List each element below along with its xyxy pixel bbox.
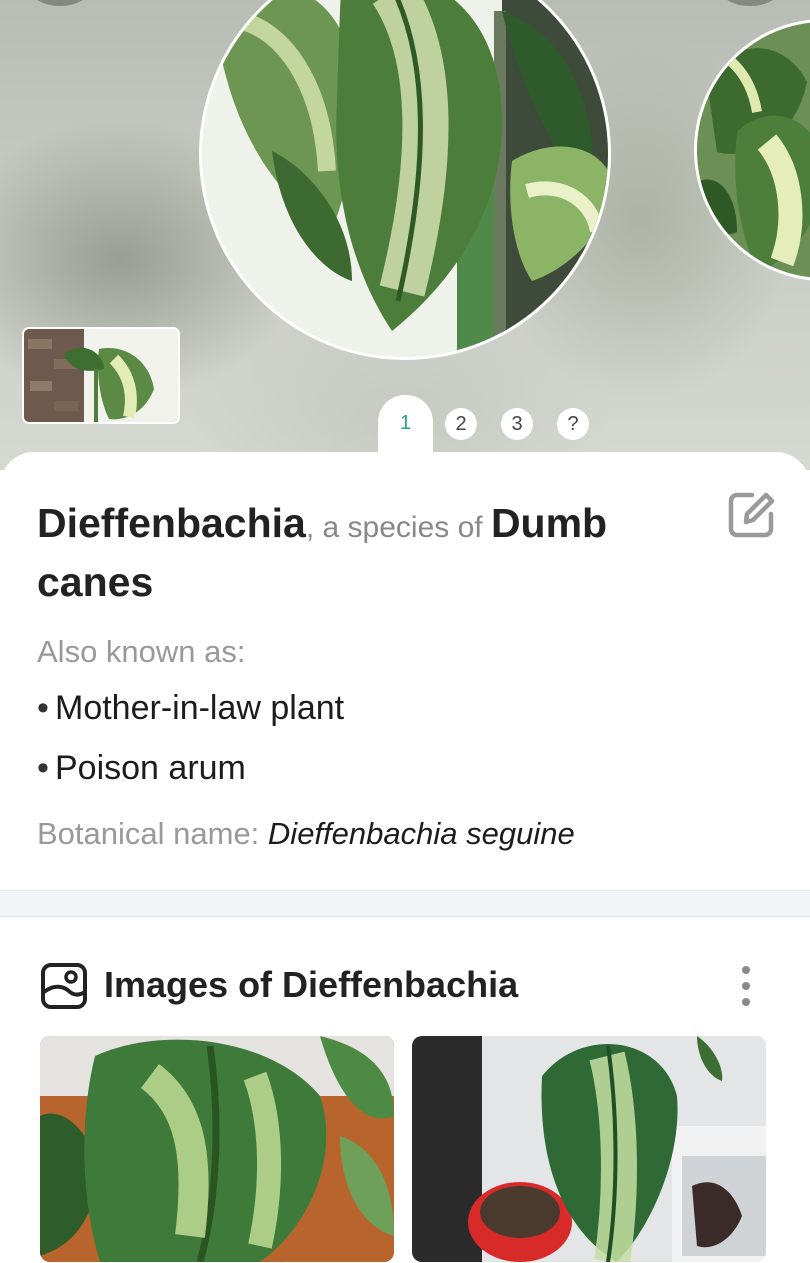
bullet-icon: • [37, 749, 49, 787]
more-options-button[interactable] [732, 964, 760, 1010]
botanical-name-row: Botanical name: Dieffenbachia seguine [37, 816, 575, 852]
pager-tab-3[interactable]: 3 [501, 408, 533, 440]
section-divider [0, 890, 810, 917]
species-title: Dieffenbachia, a species of Dumb canes [37, 496, 687, 609]
hero-shadow [720, 0, 780, 6]
secondary-plant-photo[interactable] [694, 19, 810, 281]
pager-tab-2[interactable]: 2 [445, 408, 477, 440]
image-gallery-icon [40, 962, 88, 1010]
pager-tab-unknown[interactable]: ? [557, 408, 589, 440]
botanical-label: Botanical name: [37, 816, 268, 851]
species-info-card: Dieffenbachia, a species of Dumb canes A… [0, 452, 810, 890]
images-section-title: Images of Dieffenbachia [104, 964, 519, 1005]
plant-image-illustration [40, 1036, 394, 1262]
also-known-label: Also known as: [37, 634, 246, 669]
photo-carousel[interactable]: 1 2 3 ? [0, 0, 810, 470]
plant-image-tile[interactable] [40, 1036, 394, 1262]
species-connector: , a species of [305, 511, 491, 544]
botanical-name-value: Dieffenbachia seguine [267, 816, 575, 851]
hero-shadow [30, 0, 90, 6]
main-plant-photo[interactable] [199, 0, 611, 360]
more-vertical-icon [742, 966, 750, 1006]
edit-icon [728, 492, 775, 538]
thumbnail-illustration [24, 329, 178, 422]
also-known-name: Poison arum [55, 749, 246, 787]
pager-tab-1[interactable]: 1 [378, 395, 433, 457]
plant-photo-illustration [697, 22, 810, 278]
species-common-name: Dieffenbachia [37, 500, 306, 546]
bullet-icon: • [37, 689, 49, 727]
photo-thumbnail[interactable] [22, 327, 180, 424]
also-known-name: Mother-in-law plant [55, 689, 345, 727]
plant-image-illustration [412, 1036, 766, 1262]
plant-photo-illustration [202, 0, 608, 357]
plant-image-tile[interactable] [412, 1036, 766, 1262]
edit-button[interactable] [726, 490, 776, 540]
also-known-item: • Poison arum [37, 749, 246, 788]
also-known-item: • Mother-in-law plant [37, 689, 344, 728]
